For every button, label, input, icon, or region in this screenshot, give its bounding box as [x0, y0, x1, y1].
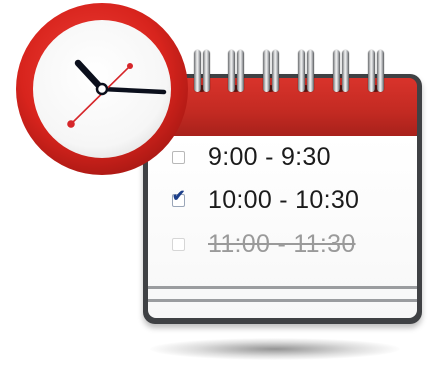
- time-slot-label: 9:00 - 9:30: [208, 143, 331, 171]
- binder-ring: [368, 50, 375, 92]
- drop-shadow: [150, 338, 400, 360]
- page-divider: [148, 286, 417, 289]
- checkbox-icon[interactable]: [172, 238, 185, 251]
- second-hand-tip: [127, 63, 133, 69]
- binder-ring: [237, 50, 244, 92]
- binder-ring: [333, 50, 340, 92]
- time-slot-row: ✔ 10:00 - 10:30: [172, 186, 359, 215]
- binder-ring: [298, 50, 305, 92]
- binder-ring: [307, 50, 314, 92]
- minute-hand: [99, 86, 167, 95]
- binder-ring: [203, 50, 210, 92]
- time-slot-label: 10:00 - 10:30: [208, 186, 360, 214]
- page-divider: [148, 299, 417, 302]
- binder-ring: [263, 50, 270, 92]
- second-hand-tail: [67, 120, 75, 128]
- clock-icon: [16, 3, 188, 175]
- time-slot-row: 11:00 - 11:30: [172, 230, 356, 259]
- clock-pivot: [95, 82, 109, 96]
- binder-ring: [377, 50, 384, 92]
- binder-ring: [272, 50, 279, 92]
- time-slot-label: 11:00 - 11:30: [208, 230, 356, 258]
- binder-ring: [228, 50, 235, 92]
- binder-ring: [342, 50, 349, 92]
